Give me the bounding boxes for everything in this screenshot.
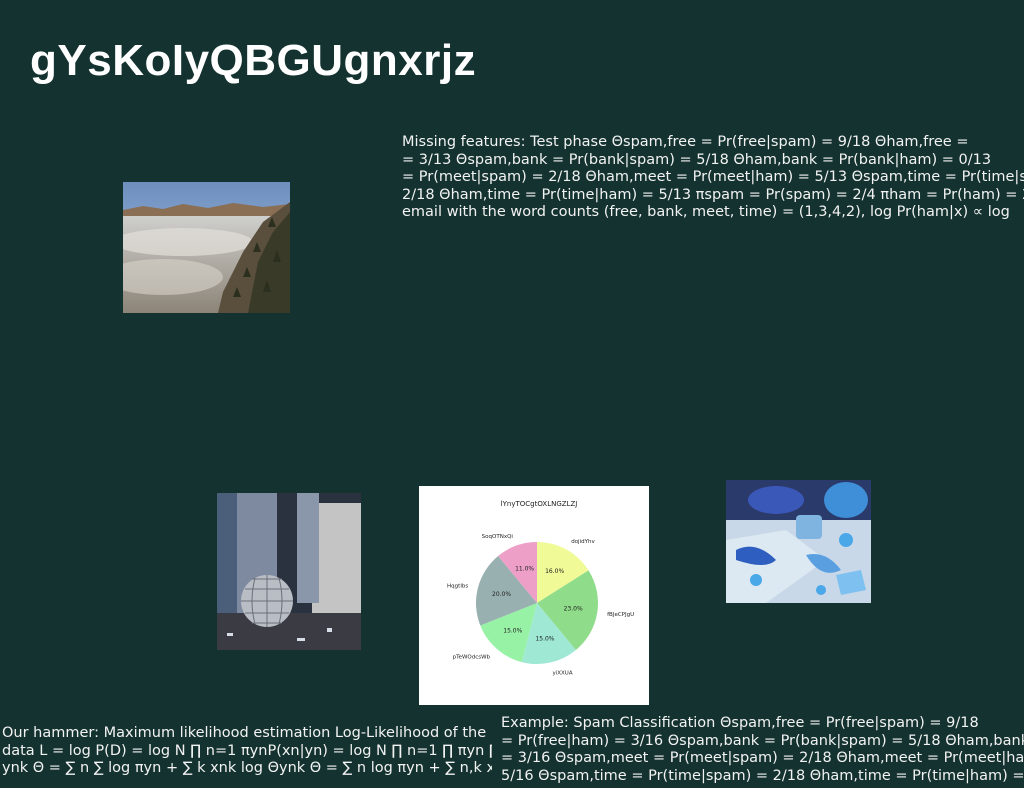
text-line: data L = log P(D) = log N ∏ n=1 πynP(xn|…	[2, 742, 492, 759]
text-line: = Pr(free|ham) = 3/16 Θspam,bank = Pr(ba…	[501, 732, 1024, 749]
pie-pct-label: 11.0%	[515, 566, 534, 573]
text-line: = 3/13 Θspam,bank = Pr(bank|spam) = 5/18…	[402, 151, 992, 168]
mountain-fog-photo	[123, 182, 290, 313]
disco-ball-image	[217, 493, 361, 650]
pie-pct-label: 23.0%	[564, 606, 583, 613]
text-line: Missing features: Test phase Θspam,free …	[402, 134, 969, 150]
pie-pct-label: 15.0%	[535, 636, 554, 643]
pie-chart-svg: lYnyTOCgtOXLNGZLZJ 16.0% dojidYhv 23.0% fBJ…	[447, 500, 634, 676]
text-line: ynk Θ = ∑ n ∑ log πyn + ∑ k xnk log Θynk…	[2, 760, 492, 776]
slide-title: gYsKoIyQBGUgnxrjz	[30, 36, 477, 85]
pie-pct-label: 20.0%	[492, 591, 511, 598]
text-line: Example: Spam Classification Θspam,free …	[501, 715, 979, 731]
pie-category-label: SoqOTNxQi	[482, 534, 514, 540]
text-block-spam-example: Example: Spam Classification Θspam,free …	[501, 715, 1024, 785]
pie-chart: lYnyTOCgtOXLNGZLZJ 16.0% dojidYhv 23.0% fBJ…	[419, 486, 649, 705]
text-block-missing-features: Missing features: Test phase Θspam,free …	[402, 134, 1024, 222]
text-line: = Pr(meet|spam) = 2/18 Θham,meet = Pr(me…	[402, 169, 1024, 185]
pie-category-label: dojidYhv	[571, 539, 595, 545]
text-line: 5/16 Θspam,time = Pr(time|spam) = 2/18 Θ…	[501, 767, 1024, 784]
pie-category-label: pTeWOdcsWb	[453, 654, 491, 660]
pie-category-label: yiXXUA	[552, 670, 572, 676]
text-line: Our hammer: Maximum likelihood estimatio…	[2, 725, 487, 741]
blue-craft-image	[726, 480, 871, 603]
pie-pct-label: 15.0%	[503, 627, 522, 634]
chart-title: lYnyTOCgtOXLNGZLZJ	[501, 500, 578, 508]
mountain-fog-image	[123, 182, 290, 313]
pie-pct-label: 16.0%	[545, 568, 564, 575]
pie-category-label: Hqgtlbs	[447, 583, 468, 589]
text-line: email with the word counts (free, bank, …	[402, 204, 1010, 220]
blue-craft-photo	[726, 480, 871, 603]
text-block-our-hammer: Our hammer: Maximum likelihood estimatio…	[2, 725, 492, 778]
pie-category-label: fBJeCPJgU	[607, 612, 634, 618]
text-line: = 3/16 Θspam,meet = Pr(meet|spam) = 2/18…	[501, 750, 1024, 766]
disco-ball-photo	[217, 493, 361, 650]
text-line: 2/18 Θham,time = Pr(time|ham) = 5/13 πsp…	[402, 186, 1024, 203]
